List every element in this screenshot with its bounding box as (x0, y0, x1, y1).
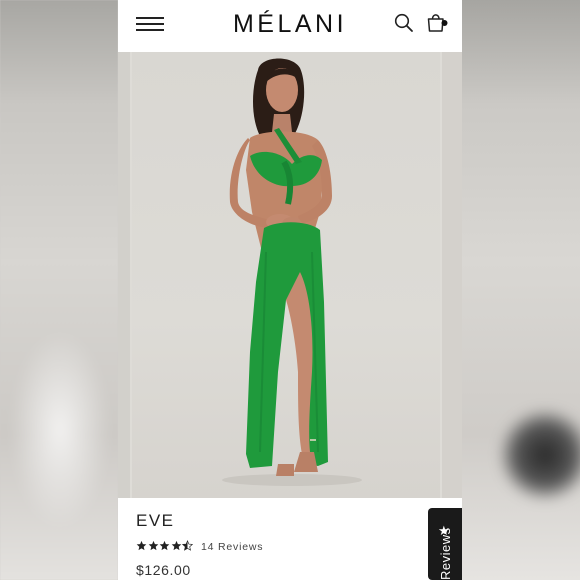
product-photo (132, 52, 440, 498)
previous-image-peek (118, 52, 130, 498)
star-icon (159, 540, 170, 551)
model-in-green-dress (222, 58, 362, 486)
mobile-screen: MÉLANI EVE 14 Reviews $126.00 ★ Reviews (118, 0, 462, 580)
search-icon[interactable] (394, 13, 414, 33)
shopping-bag-icon[interactable] (426, 11, 448, 33)
reviews-count-link[interactable]: 14 Reviews (201, 541, 263, 553)
star-rating[interactable] (136, 540, 194, 554)
site-header: MÉLANI (118, 0, 462, 52)
product-image-gallery[interactable] (118, 52, 462, 498)
reviews-tab-label: Reviews (438, 527, 453, 580)
product-name: EVE (136, 511, 175, 530)
star-half-icon (182, 540, 193, 551)
product-price: $126.00 (136, 562, 191, 578)
blurred-background-left (0, 0, 118, 580)
next-image-peek (442, 52, 462, 498)
product-info: EVE 14 Reviews $126.00 (118, 498, 462, 580)
star-icon (148, 540, 158, 551)
star-icon (136, 540, 147, 551)
reviews-side-tab[interactable]: ★ Reviews (428, 508, 462, 580)
blurred-background-right (462, 0, 580, 580)
star-icon (171, 540, 181, 551)
